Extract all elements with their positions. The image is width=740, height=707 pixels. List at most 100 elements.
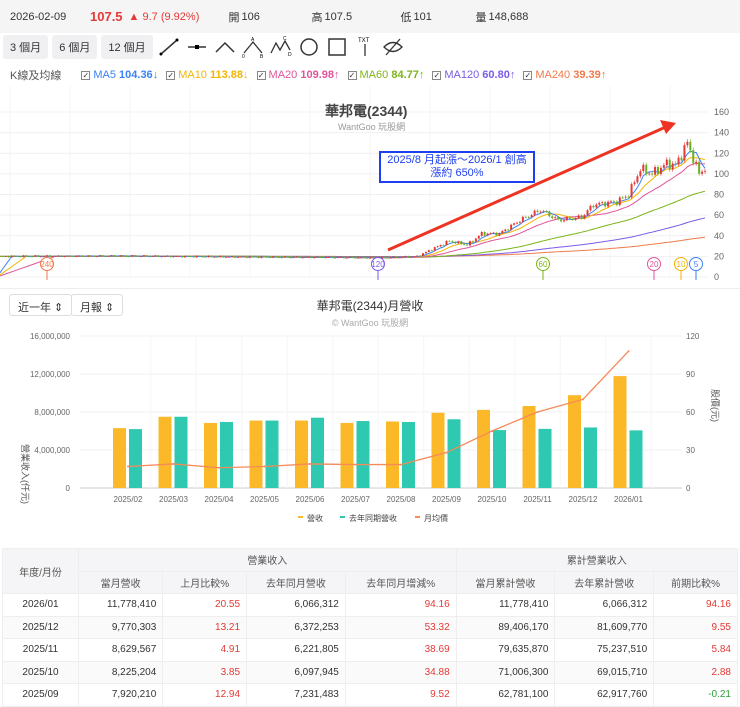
ma-arrow-icon: ↑ — [418, 69, 425, 81]
checkbox-checked-icon[interactable]: ✓ — [347, 71, 357, 80]
candle — [231, 256, 234, 257]
ma-legend-title: K線及均線 — [10, 70, 62, 82]
candle — [595, 204, 598, 208]
y-left-tick: 16,000,000 — [30, 332, 71, 341]
candle — [263, 256, 266, 258]
checkbox-checked-icon[interactable]: ✓ — [166, 71, 176, 80]
y-tick-label: 140 — [714, 128, 729, 138]
candle — [210, 255, 213, 258]
bar-revenue — [386, 421, 399, 488]
candle — [278, 257, 281, 258]
candle — [95, 256, 98, 258]
candle — [225, 256, 228, 258]
quote-change: ▲ 9.7 (9.92%) — [128, 10, 200, 23]
candle — [383, 257, 386, 258]
quote-bar: 2026-02-09 107.5 ▲ 9.7 (9.92%) 開 106 高 107… — [0, 0, 740, 33]
table-row: 2026/01 11,778,410 20.55 6,066,312 94.16 11,7… — [2, 593, 738, 617]
candle — [13, 255, 16, 257]
ma-name: MA120 — [444, 69, 480, 81]
x-tick-label: 2025/05 — [250, 495, 279, 504]
candle — [436, 246, 439, 248]
checkbox-checked-icon[interactable]: ✓ — [256, 71, 266, 80]
avg-price-point — [445, 451, 448, 454]
rectangle-icon[interactable] — [325, 36, 349, 58]
candle — [419, 255, 422, 257]
trend-line-icon[interactable] — [157, 36, 181, 58]
wave-pattern-icon[interactable]: CD — [269, 36, 293, 58]
candle — [84, 256, 87, 257]
candle — [560, 219, 563, 222]
ma-arrow-icon: ↑ — [334, 69, 340, 81]
circle-icon[interactable] — [297, 36, 321, 58]
bar-revenue — [568, 395, 581, 488]
table-cell: 11,778,410 — [455, 593, 556, 617]
candle — [283, 256, 286, 258]
ma120-line — [0, 217, 706, 258]
candle — [557, 217, 560, 220]
candle — [589, 205, 592, 211]
svg-text:TXT: TXT — [358, 38, 370, 44]
y-right-tick: 0 — [686, 484, 691, 493]
table-cell: 2025/12 — [2, 615, 79, 639]
col-header: 上月比較% — [162, 570, 248, 594]
candle — [521, 216, 524, 222]
candle — [166, 255, 169, 257]
avg-price-point — [582, 398, 584, 401]
candle — [516, 222, 518, 224]
candle — [416, 255, 419, 257]
candle — [122, 255, 125, 257]
candle — [125, 255, 128, 257]
candle — [477, 235, 480, 239]
candle — [636, 176, 639, 183]
legend-swatch — [298, 516, 303, 518]
horizontal-line-icon[interactable] — [185, 36, 209, 58]
ma-toggle-ma20[interactable]: ✓ MA20 109.98↑ — [256, 69, 340, 81]
table-cell: 53.32 — [344, 615, 457, 639]
text-tool-icon[interactable]: TXT — [353, 36, 377, 58]
table-cell: 7,920,210 — [77, 683, 164, 707]
angle-line-icon[interactable] — [213, 36, 237, 58]
table-cell: 12.94 — [162, 683, 248, 707]
bar-last-year — [629, 430, 643, 488]
candle — [319, 256, 322, 258]
bar-last-year — [538, 428, 552, 488]
ma-toggle-ma60[interactable]: ✓ MA60 84.77↑ — [347, 69, 425, 81]
ma-toggle-ma10[interactable]: ✓ MA10 113.88↓ — [166, 69, 249, 81]
candle — [25, 255, 28, 257]
candle — [69, 255, 72, 257]
candle — [107, 255, 110, 257]
checkbox-checked-icon[interactable]: ✓ — [81, 71, 91, 80]
avg-price-point — [309, 462, 311, 465]
y-tick-label: 60 — [714, 210, 724, 220]
hide-drawings-icon[interactable] — [381, 36, 405, 58]
period-3m-button[interactable]: 3 個月 — [3, 35, 49, 59]
candle — [627, 196, 630, 198]
table-cell: 69,015,710 — [554, 660, 655, 684]
ma-marker-label: 60 — [539, 260, 548, 269]
candle — [639, 171, 642, 177]
candle — [692, 150, 695, 164]
period-12m-button[interactable]: 12 個月 — [101, 35, 153, 59]
candle — [228, 256, 231, 258]
candle — [304, 256, 307, 258]
table-cell: 2.88 — [653, 660, 738, 684]
abcd-pattern-icon[interactable]: A 0 B — [241, 36, 265, 58]
candle — [430, 250, 433, 252]
checkbox-checked-icon[interactable]: ✓ — [432, 71, 442, 80]
toolbar: 3 個月 6 個月 12 個月 A0B CD TXT — [0, 35, 405, 59]
candle — [510, 224, 513, 230]
ma-toggle-ma240[interactable]: ✓ MA240 39.39↑ — [523, 69, 606, 81]
table-cell: 79,635,870 — [455, 638, 556, 662]
ma-toggle-ma5[interactable]: ✓ MA5 104.36↓ — [81, 69, 158, 81]
table-row: 2025/10 8,225,204 3.85 6,097,945 34.88 71,006… — [2, 660, 738, 684]
checkbox-checked-icon[interactable]: ✓ — [523, 71, 533, 80]
x-tick-label: 2025/12 — [569, 495, 598, 504]
candle — [469, 241, 471, 246]
ma-toggle-ma120[interactable]: ✓ MA120 60.80↑ — [432, 69, 515, 81]
ma-name: MA5 — [93, 69, 116, 81]
table-cell: 2025/10 — [2, 660, 79, 684]
period-6m-button[interactable]: 6 個月 — [52, 35, 98, 59]
high-label: 高 — [311, 11, 323, 24]
candle — [659, 167, 662, 174]
candle — [316, 256, 319, 258]
